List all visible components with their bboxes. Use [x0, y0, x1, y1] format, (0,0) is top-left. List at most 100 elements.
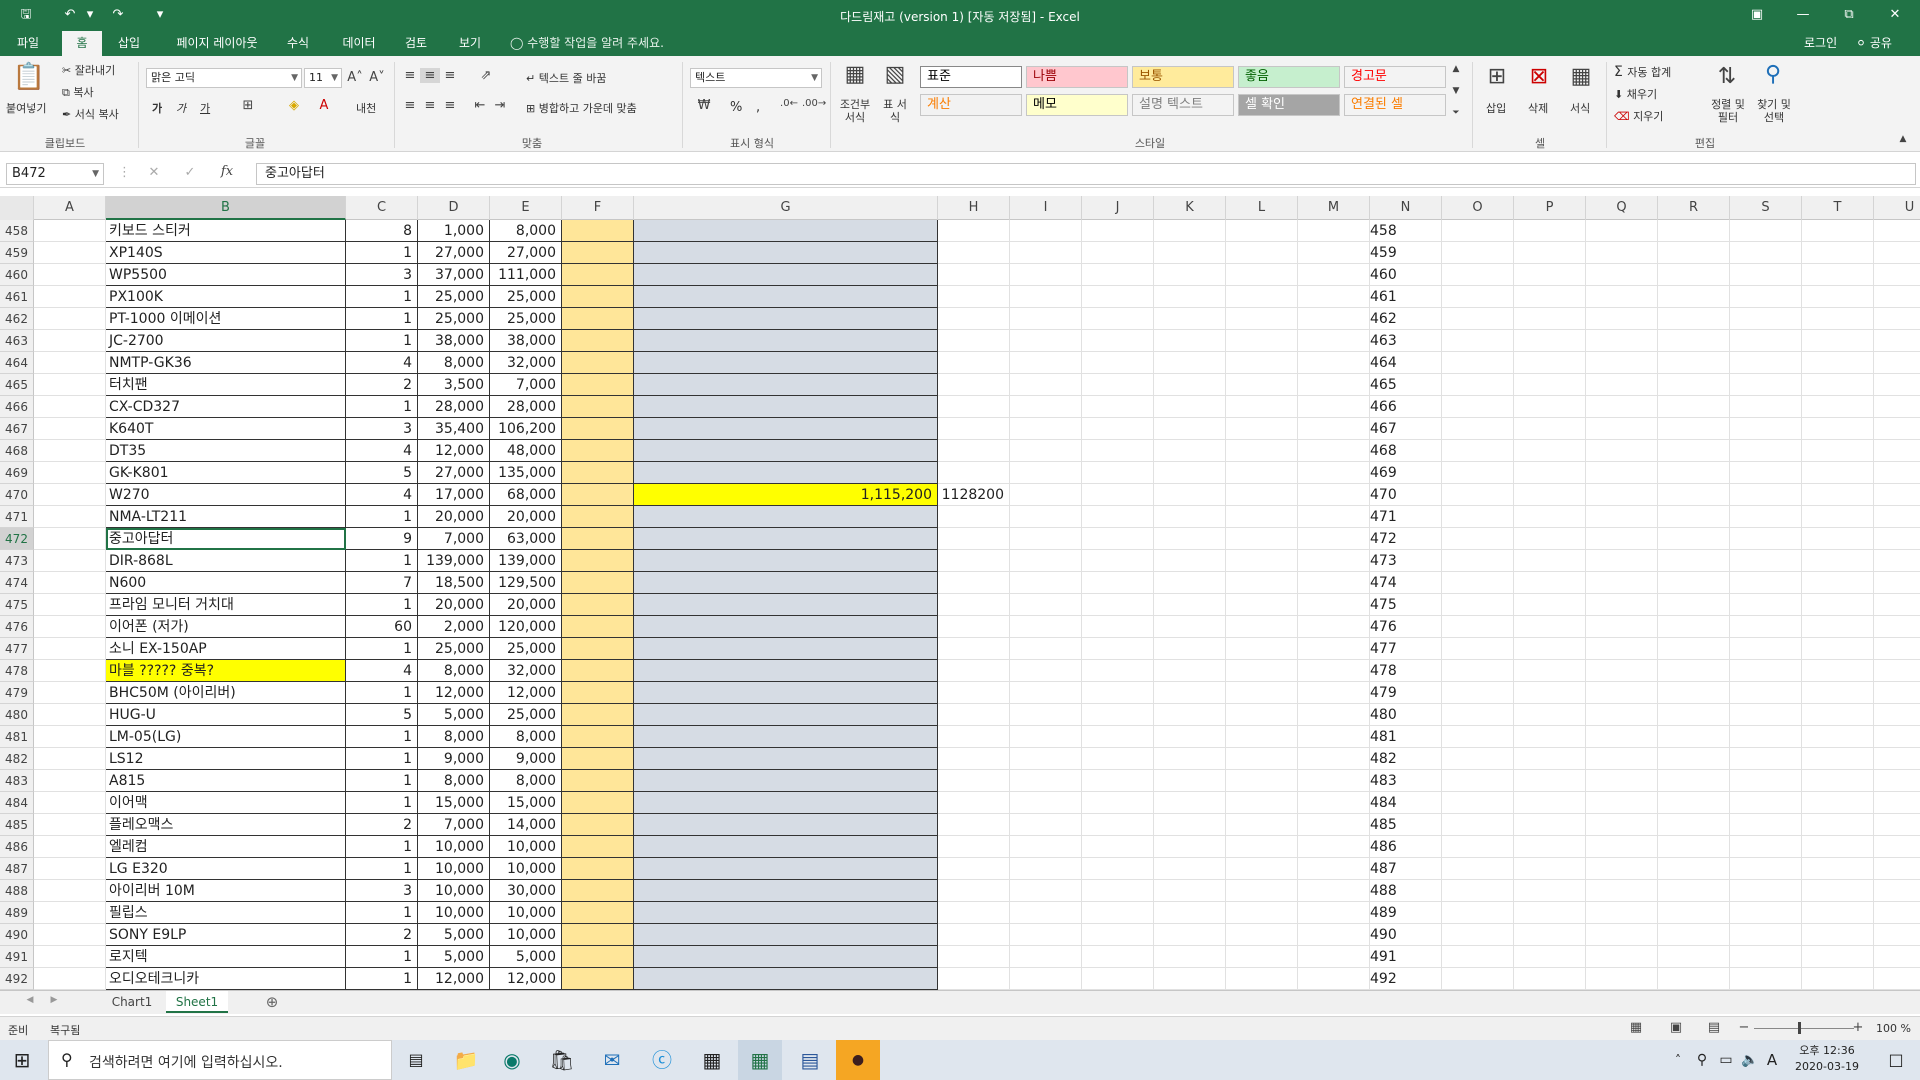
volume-icon[interactable]: 🔈 [1740, 1040, 1760, 1080]
cell-n[interactable]: 490 [1370, 924, 1442, 946]
cell-f[interactable] [562, 968, 634, 990]
restore-icon[interactable]: ⧉ [1836, 6, 1862, 24]
cell-a[interactable] [34, 308, 106, 330]
cell-p[interactable] [1514, 572, 1586, 594]
cell-p[interactable] [1514, 330, 1586, 352]
cell-f[interactable] [562, 528, 634, 550]
cell-s[interactable] [1730, 572, 1802, 594]
cell-u[interactable] [1874, 440, 1920, 462]
cell-e[interactable]: 48,000 [490, 440, 562, 462]
cell-n[interactable]: 468 [1370, 440, 1442, 462]
comma-button[interactable]: , [756, 100, 760, 115]
cell-o[interactable] [1442, 726, 1514, 748]
cell-q[interactable] [1586, 396, 1658, 418]
cell-u[interactable] [1874, 242, 1920, 264]
cell-k[interactable] [1154, 286, 1226, 308]
cell-l[interactable] [1226, 616, 1298, 638]
cell-j[interactable] [1082, 726, 1154, 748]
cell-s[interactable] [1730, 242, 1802, 264]
cell-n[interactable]: 472 [1370, 528, 1442, 550]
cell-q[interactable] [1586, 242, 1658, 264]
cell-g[interactable]: 1,115,200 [634, 484, 938, 506]
cell-g[interactable] [634, 396, 938, 418]
cell-style-8[interactable]: 셀 확인 [1238, 94, 1340, 116]
gallery-more-icon[interactable]: ⏷ [1448, 108, 1464, 118]
cell-l[interactable] [1226, 396, 1298, 418]
cell-c[interactable]: 2 [346, 814, 418, 836]
cell-a[interactable] [34, 220, 106, 242]
cell-d[interactable]: 38,000 [418, 330, 490, 352]
row-header[interactable]: 461 [0, 286, 34, 308]
cell-b[interactable]: 이어폰 (저가) [106, 616, 346, 638]
align-right-icon[interactable]: ≡ [440, 98, 460, 113]
cell-r[interactable] [1658, 902, 1730, 924]
cell-o[interactable] [1442, 528, 1514, 550]
cell-q[interactable] [1586, 374, 1658, 396]
cell-q[interactable] [1586, 858, 1658, 880]
cell-u[interactable] [1874, 748, 1920, 770]
cell-c[interactable]: 4 [346, 660, 418, 682]
cell-f[interactable] [562, 462, 634, 484]
cell-g[interactable] [634, 352, 938, 374]
cell-a[interactable] [34, 858, 106, 880]
cell-c[interactable]: 3 [346, 418, 418, 440]
cell-o[interactable] [1442, 374, 1514, 396]
column-header-r[interactable]: R [1658, 196, 1730, 220]
cell-r[interactable] [1658, 550, 1730, 572]
cell-f[interactable] [562, 880, 634, 902]
cell-p[interactable] [1514, 242, 1586, 264]
cell-a[interactable] [34, 484, 106, 506]
cell-a[interactable] [34, 902, 106, 924]
cell-k[interactable] [1154, 792, 1226, 814]
cell-t[interactable] [1802, 462, 1874, 484]
cell-k[interactable] [1154, 748, 1226, 770]
cell-h[interactable] [938, 352, 1010, 374]
enter-icon[interactable]: ✓ [182, 165, 198, 180]
cell-s[interactable] [1730, 418, 1802, 440]
cell-o[interactable] [1442, 704, 1514, 726]
cell-f[interactable] [562, 660, 634, 682]
cell-p[interactable] [1514, 880, 1586, 902]
cell-r[interactable] [1658, 506, 1730, 528]
cell-i[interactable] [1010, 308, 1082, 330]
cell-j[interactable] [1082, 506, 1154, 528]
cell-q[interactable] [1586, 220, 1658, 242]
cell-e[interactable]: 106,200 [490, 418, 562, 440]
cell-i[interactable] [1010, 770, 1082, 792]
cell-k[interactable] [1154, 440, 1226, 462]
cell-k[interactable] [1154, 836, 1226, 858]
cell-k[interactable] [1154, 858, 1226, 880]
cell-c[interactable]: 1 [346, 726, 418, 748]
cell-h[interactable] [938, 440, 1010, 462]
cell-n[interactable]: 492 [1370, 968, 1442, 990]
cell-style-7[interactable]: 설명 텍스트 [1132, 94, 1234, 116]
cell-c[interactable]: 1 [346, 770, 418, 792]
column-header-e[interactable]: E [490, 196, 562, 220]
cell-u[interactable] [1874, 660, 1920, 682]
cell-t[interactable] [1802, 660, 1874, 682]
cell-k[interactable] [1154, 880, 1226, 902]
cell-j[interactable] [1082, 858, 1154, 880]
cell-m[interactable] [1298, 440, 1370, 462]
cell-e[interactable]: 20,000 [490, 594, 562, 616]
cell-a[interactable] [34, 242, 106, 264]
cell-k[interactable] [1154, 242, 1226, 264]
row-header[interactable]: 487 [0, 858, 34, 880]
row-header[interactable]: 486 [0, 836, 34, 858]
cell-g[interactable] [634, 968, 938, 990]
cell-r[interactable] [1658, 484, 1730, 506]
cell-d[interactable]: 27,000 [418, 242, 490, 264]
cell-g[interactable] [634, 792, 938, 814]
cell-r[interactable] [1658, 220, 1730, 242]
cell-q[interactable] [1586, 506, 1658, 528]
cell-p[interactable] [1514, 858, 1586, 880]
row-header[interactable]: 480 [0, 704, 34, 726]
cell-l[interactable] [1226, 484, 1298, 506]
cell-o[interactable] [1442, 330, 1514, 352]
cell-f[interactable] [562, 858, 634, 880]
cell-g[interactable] [634, 330, 938, 352]
cell-r[interactable] [1658, 418, 1730, 440]
cell-r[interactable] [1658, 660, 1730, 682]
cell-i[interactable] [1010, 726, 1082, 748]
cell-l[interactable] [1226, 880, 1298, 902]
